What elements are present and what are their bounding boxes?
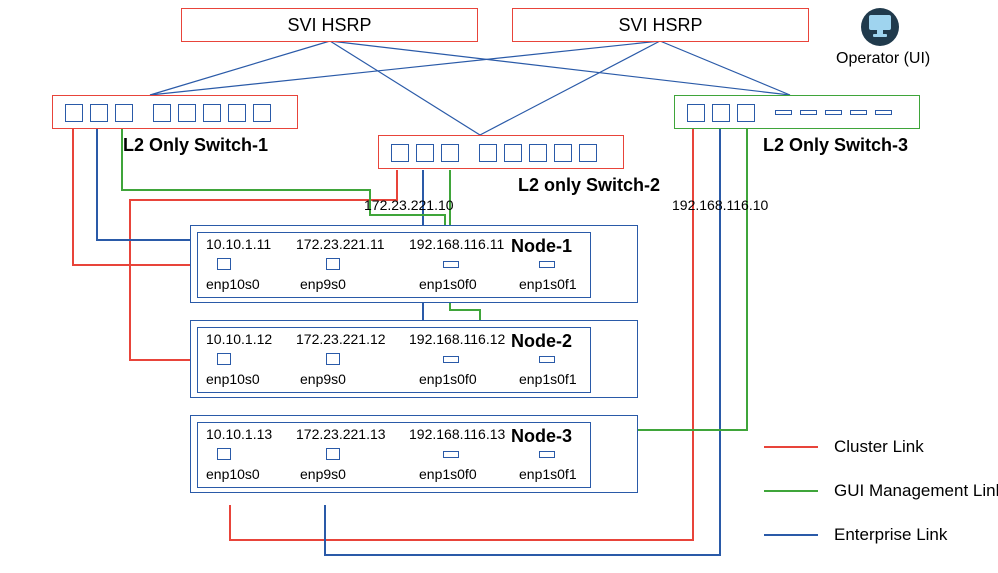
node-3: 10.10.1.13 172.23.221.13 192.168.116.13 … xyxy=(190,415,638,493)
node1-cluster-ip: 10.10.1.11 xyxy=(206,236,271,252)
operator-icon xyxy=(861,8,899,46)
legend-gui-swatch xyxy=(764,490,818,492)
node1-nic0: enp10s0 xyxy=(206,276,260,292)
hsrp-right-label: SVI HSRP xyxy=(618,15,702,35)
node2-nic0: enp10s0 xyxy=(206,371,260,387)
node1-nic2: enp1s0f0 xyxy=(419,276,477,292)
node2-gui-ip: 192.168.116.12 xyxy=(409,331,505,347)
switch-3 xyxy=(674,95,920,129)
node3-nic1: enp9s0 xyxy=(300,466,346,482)
node2-ent-ip: 172.23.221.12 xyxy=(296,331,386,347)
node2-cluster-ip: 10.10.1.12 xyxy=(206,331,272,347)
node1-nic1: enp9s0 xyxy=(300,276,346,292)
hsrp-left-label: SVI HSRP xyxy=(287,15,371,35)
switch-2-label: L2 only Switch-2 xyxy=(518,175,660,196)
switch-2 xyxy=(378,135,624,169)
hsrp-left: SVI HSRP xyxy=(181,8,478,42)
node1-title: Node-1 xyxy=(511,236,572,257)
node2-nic1: enp9s0 xyxy=(300,371,346,387)
legend-cluster-label: Cluster Link xyxy=(834,437,924,457)
node1-gui-ip: 192.168.116.11 xyxy=(409,236,504,252)
node1-ent-ip: 172.23.221.11 xyxy=(296,236,385,252)
legend-gui-label: GUI Management Link xyxy=(834,481,998,501)
node3-gui-ip: 192.168.116.13 xyxy=(409,426,505,442)
node3-nic0: enp10s0 xyxy=(206,466,260,482)
node3-cluster-ip: 10.10.1.13 xyxy=(206,426,272,442)
switch-3-label: L2 Only Switch-3 xyxy=(763,135,908,156)
node2-nic2: enp1s0f0 xyxy=(419,371,477,387)
legend-ent-swatch xyxy=(764,534,818,536)
node1-nic3: enp1s0f1 xyxy=(519,276,577,292)
node3-title: Node-3 xyxy=(511,426,572,447)
node2-title: Node-2 xyxy=(511,331,572,352)
node2-nic3: enp1s0f1 xyxy=(519,371,577,387)
legend-ent-label: Enterprise Link xyxy=(834,525,947,545)
hsrp-right: SVI HSRP xyxy=(512,8,809,42)
floating-ip-gui: 192.168.116.10 xyxy=(672,197,768,213)
node-2: 10.10.1.12 172.23.221.12 192.168.116.12 … xyxy=(190,320,638,398)
node3-nic2: enp1s0f0 xyxy=(419,466,477,482)
node3-nic3: enp1s0f1 xyxy=(519,466,577,482)
node-1: 10.10.1.11 172.23.221.11 192.168.116.11 … xyxy=(190,225,638,303)
switch-1-label: L2 Only Switch-1 xyxy=(123,135,268,156)
legend-cluster-swatch xyxy=(764,446,818,448)
switch-1 xyxy=(52,95,298,129)
floating-ip-ent: 172.23.221.10 xyxy=(364,197,454,213)
node3-ent-ip: 172.23.221.13 xyxy=(296,426,386,442)
operator-label: Operator (UI) xyxy=(836,50,930,68)
